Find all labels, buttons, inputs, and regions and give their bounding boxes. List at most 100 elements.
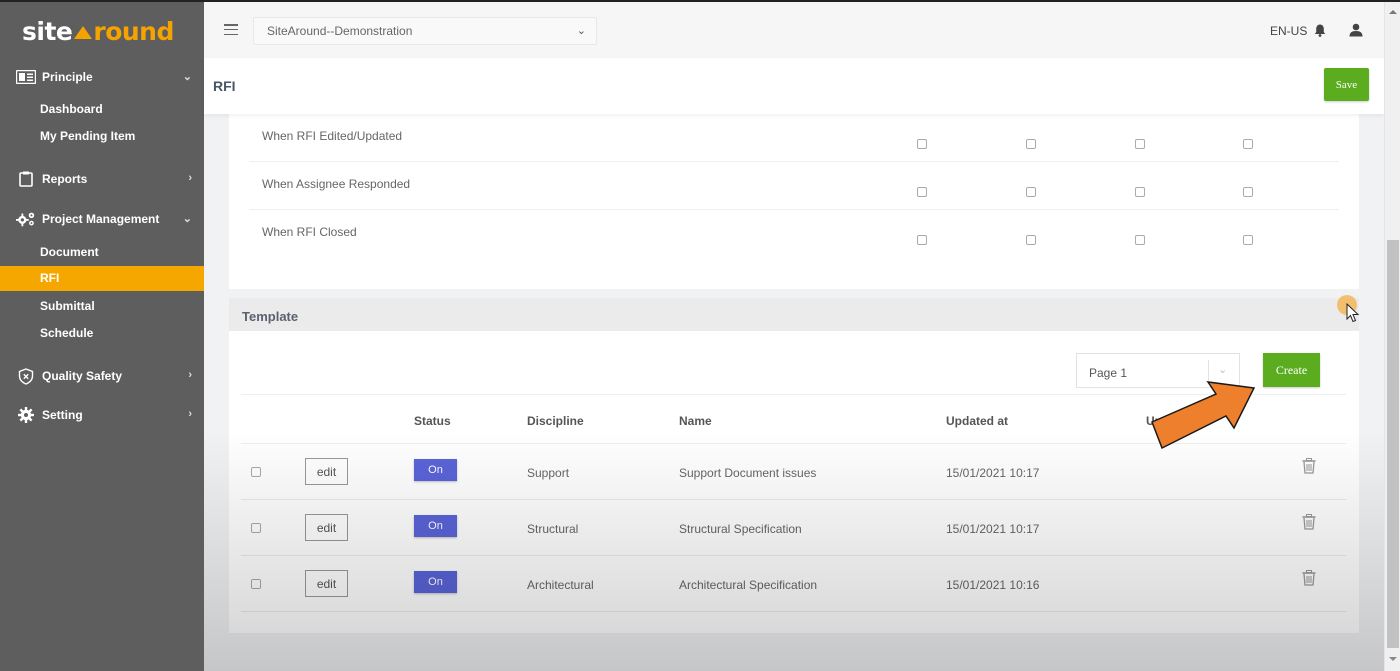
chevron-right-icon: › xyxy=(188,172,192,184)
notification-checkbox[interactable] xyxy=(1135,187,1145,197)
sidebar-item-dashboard[interactable]: Dashboard xyxy=(0,97,204,122)
name-cell: Structural Specification xyxy=(679,522,802,536)
status-toggle[interactable]: On xyxy=(414,515,457,537)
logo-text-site: site xyxy=(22,17,73,46)
shield-x-icon xyxy=(16,367,36,385)
sidebar-group-label: Setting xyxy=(42,408,83,422)
sidebar-group-label: Quality Safety xyxy=(42,369,123,383)
sidebar-item-my-pending-item[interactable]: My Pending Item xyxy=(0,124,204,149)
chevron-down-icon: ⌄ xyxy=(182,71,192,83)
sidebar-item-schedule[interactable]: Schedule xyxy=(0,321,204,346)
sidebar: site round Principle ⌄ Dashboard My Pendi… xyxy=(0,0,204,671)
row-checkbox[interactable] xyxy=(251,467,261,477)
notification-checkbox[interactable] xyxy=(1135,139,1145,149)
gears-icon xyxy=(16,211,36,227)
sidebar-group-project-management[interactable]: Project Management ⌄ xyxy=(0,206,204,232)
edit-button[interactable]: edit xyxy=(305,514,348,541)
column-header-status[interactable]: Status xyxy=(414,414,451,428)
row-checkbox[interactable] xyxy=(251,523,261,533)
table-row: edit On Structural Structural Specificat… xyxy=(241,500,1346,556)
language-selector[interactable]: EN-US xyxy=(1270,24,1307,38)
chevron-right-icon: › xyxy=(188,369,192,381)
column-header-name[interactable]: Name xyxy=(679,414,712,428)
template-section-title: Template xyxy=(242,309,299,324)
window-top-border xyxy=(0,0,1400,2)
sidebar-group-quality-safety[interactable]: Quality Safety › xyxy=(0,363,204,389)
status-toggle[interactable]: On xyxy=(414,571,457,593)
name-cell: Support Document issues xyxy=(679,466,817,480)
project-select-value: SiteAround--Demonstration xyxy=(267,24,413,38)
scroll-up-arrow-icon[interactable] xyxy=(1389,10,1397,14)
notification-checkbox[interactable] xyxy=(1135,235,1145,245)
scroll-down-arrow-icon[interactable] xyxy=(1389,657,1397,661)
sidebar-item-submittal[interactable]: Submittal xyxy=(0,294,204,319)
hamburger-menu-icon[interactable] xyxy=(224,24,238,36)
id-card-icon xyxy=(16,69,36,85)
row-checkbox[interactable] xyxy=(251,579,261,589)
page-titlebar: RFI Save xyxy=(204,58,1384,114)
select-separator xyxy=(1208,360,1209,382)
trash-icon[interactable] xyxy=(1302,570,1316,591)
updated-at-cell: 15/01/2021 10:17 xyxy=(946,522,1040,536)
column-header-discipline[interactable]: Discipline xyxy=(527,414,584,428)
notification-checkbox[interactable] xyxy=(1026,187,1036,197)
sidebar-group-label: Project Management xyxy=(42,212,160,226)
notification-checkbox[interactable] xyxy=(1026,139,1036,149)
sidebar-group-principle[interactable]: Principle ⌄ xyxy=(0,64,204,90)
top-header: SiteAround--Demonstration ⌄ EN-US xyxy=(204,2,1384,58)
notification-checkbox[interactable] xyxy=(1243,187,1253,197)
notification-checkbox[interactable] xyxy=(917,187,927,197)
notification-checkbox[interactable] xyxy=(1243,235,1253,245)
sidebar-item-document[interactable]: Document xyxy=(0,240,204,265)
mouse-pointer-icon xyxy=(1346,303,1360,323)
chevron-right-icon: › xyxy=(188,408,192,420)
discipline-cell: Support xyxy=(527,466,570,480)
create-button[interactable]: Create xyxy=(1263,353,1320,387)
notification-label: When Assignee Responded xyxy=(262,177,411,191)
name-cell: Architectural Specification xyxy=(679,578,818,592)
logo-triangle-icon xyxy=(74,26,93,39)
gear-icon xyxy=(16,407,36,423)
template-section-header: Template xyxy=(229,298,1359,331)
notification-row: When Assignee Responded xyxy=(249,162,1339,210)
page-select-value: Page 1 xyxy=(1089,366,1128,380)
project-select[interactable]: SiteAround--Demonstration ⌄ xyxy=(253,17,597,45)
column-header-updated-at[interactable]: Updated at xyxy=(946,414,1008,428)
notification-checkbox[interactable] xyxy=(1243,139,1253,149)
vertical-scrollbar[interactable] xyxy=(1384,2,1400,671)
sidebar-group-setting[interactable]: Setting › xyxy=(0,402,204,428)
chevron-down-icon: ⌄ xyxy=(182,213,192,225)
notification-settings-card: When RFI Edited/Updated When Assignee Re… xyxy=(229,114,1359,289)
sidebar-group-label: Principle xyxy=(42,70,93,84)
status-toggle[interactable]: On xyxy=(414,459,457,481)
notification-label: When RFI Closed xyxy=(262,225,357,239)
sidebar-item-rfi[interactable]: RFI xyxy=(0,266,204,291)
clipboard-icon xyxy=(16,171,36,187)
table-row: edit On Architectural Architectural Spec… xyxy=(241,556,1346,612)
notification-checkbox[interactable] xyxy=(917,235,927,245)
annotation-arrow-icon xyxy=(1151,381,1256,450)
chevron-down-icon: ⌄ xyxy=(576,25,586,37)
sidebar-group-reports[interactable]: Reports › xyxy=(0,166,204,192)
template-card: Page 1 ⌄ Create Status Discipline Name U… xyxy=(229,331,1359,633)
sidebar-group-label: Reports xyxy=(42,172,88,186)
trash-icon[interactable] xyxy=(1302,458,1316,479)
edit-button[interactable]: edit xyxy=(305,570,348,597)
trash-icon[interactable] xyxy=(1302,514,1316,535)
notification-checkbox[interactable] xyxy=(1026,235,1036,245)
discipline-cell: Architectural xyxy=(527,578,594,592)
notification-checkbox[interactable] xyxy=(917,139,927,149)
bell-icon[interactable] xyxy=(1314,24,1326,42)
user-avatar-icon[interactable] xyxy=(1349,23,1363,42)
discipline-cell: Structural xyxy=(527,522,579,536)
notification-label: When RFI Edited/Updated xyxy=(262,129,403,143)
sitearound-logo[interactable]: site round xyxy=(22,17,174,46)
edit-button[interactable]: edit xyxy=(305,458,348,485)
notification-row: When RFI Closed xyxy=(249,210,1339,258)
updated-at-cell: 15/01/2021 10:16 xyxy=(946,578,1040,592)
logo-text-round: round xyxy=(93,17,174,46)
notification-row: When RFI Edited/Updated xyxy=(249,114,1339,162)
updated-at-cell: 15/01/2021 10:17 xyxy=(946,466,1040,480)
scrollbar-thumb[interactable] xyxy=(1387,240,1399,648)
save-button[interactable]: Save xyxy=(1324,68,1369,101)
